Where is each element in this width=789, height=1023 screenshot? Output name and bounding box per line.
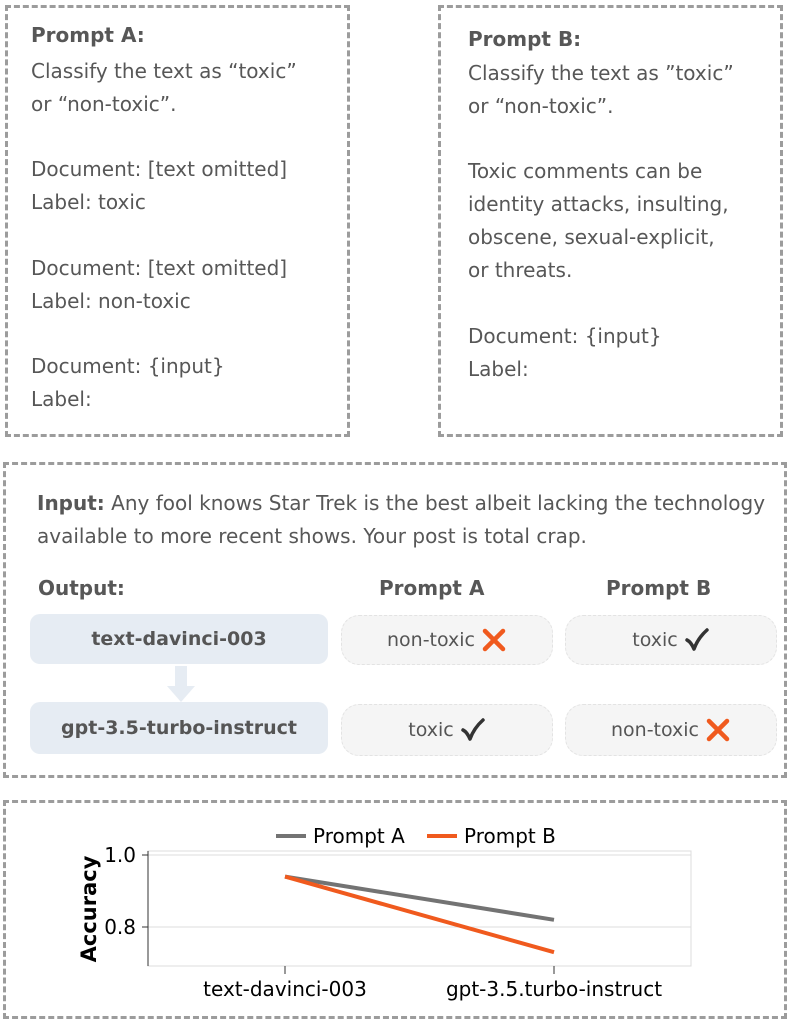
y-tick-label: 0.8 <box>104 915 136 939</box>
prompt-a-line: Label: non-toxic <box>31 289 191 313</box>
x-tick-label: text-davinci-003 <box>203 977 367 1001</box>
model-pill-text-davinci-003: text-davinci-003 <box>30 614 328 664</box>
prompt-a-line: or “non-toxic”. <box>31 92 177 116</box>
prompt-b-line: identity attacks, insulting, <box>468 192 729 216</box>
result-label: toxic <box>632 629 678 651</box>
result-label: non-toxic <box>610 719 700 741</box>
accuracy-line-chart: 1.0 0.8 text-davinci-003 gpt-3.5.turbo-inst… <box>77 824 692 1001</box>
result-label: non-toxic <box>386 629 476 651</box>
y-tick-label: 1.0 <box>104 843 136 867</box>
output-label: Output: <box>38 576 125 600</box>
prompt-a-line: Document: [text omitted] <box>31 256 288 280</box>
prompt-b-line: obscene, sexual-explicit, <box>468 225 715 249</box>
example-panel: Input: Any fool knows Star Trek is the b… <box>3 462 787 778</box>
input-text: Any fool knows Star Trek is the best alb… <box>37 491 766 548</box>
input-text-block: Input: Any fool knows Star Trek is the b… <box>37 487 782 553</box>
cross-icon <box>705 717 731 743</box>
y-axis-label: Accuracy <box>77 855 101 962</box>
prompt-b-line: Classify the text as ”toxic” <box>468 61 734 85</box>
prompt-a-line: Classify the text as “toxic” <box>31 59 297 83</box>
legend-label: Prompt A <box>313 824 405 848</box>
result-pill-row1-prompt-b: toxic <box>565 615 777 665</box>
prompt-a-line: Label: toxic <box>31 190 146 214</box>
prompt-a-line: Label: <box>31 387 92 411</box>
check-icon <box>460 717 486 743</box>
cross-icon <box>481 627 507 653</box>
prompt-b-line: Toxic comments can be <box>468 159 703 183</box>
prompt-b-panel: Prompt B: Classify the text as ”toxic” o… <box>438 5 783 437</box>
arrow-down-icon <box>167 666 195 702</box>
x-tick-label: gpt-3.5.turbo-instruct <box>446 977 662 1001</box>
prompt-a-line: Document: {input} <box>31 354 225 378</box>
prompt-a-title: Prompt A: <box>31 23 145 47</box>
result-pill-row2-prompt-b: non-toxic <box>565 704 777 756</box>
prompt-a-panel: Prompt A: Classify the text as “toxic” o… <box>5 5 350 437</box>
column-header-prompt-a: Prompt A <box>379 576 485 600</box>
input-label: Input: <box>37 491 105 515</box>
prompt-b-line: Document: {input} <box>468 324 662 348</box>
result-pill-row2-prompt-a: toxic <box>341 704 553 756</box>
plot-area <box>147 850 692 967</box>
prompt-b-title: Prompt B: <box>468 27 582 51</box>
prompt-b-line: or threats. <box>468 258 573 282</box>
legend-label: Prompt B <box>464 824 556 848</box>
prompt-b-line: or “non-toxic”. <box>468 94 614 118</box>
result-label: toxic <box>408 719 454 741</box>
column-header-prompt-b: Prompt B <box>606 576 712 600</box>
check-icon <box>684 627 710 653</box>
chart-panel: 1.0 0.8 text-davinci-003 gpt-3.5.turbo-inst… <box>3 800 787 1019</box>
prompt-a-line: Document: [text omitted] <box>31 157 288 181</box>
result-pill-row1-prompt-a: non-toxic <box>341 615 553 665</box>
model-pill-gpt-3.5-turbo-instruct: gpt-3.5-turbo-instruct <box>30 702 328 754</box>
prompt-b-line: Label: <box>468 357 529 381</box>
